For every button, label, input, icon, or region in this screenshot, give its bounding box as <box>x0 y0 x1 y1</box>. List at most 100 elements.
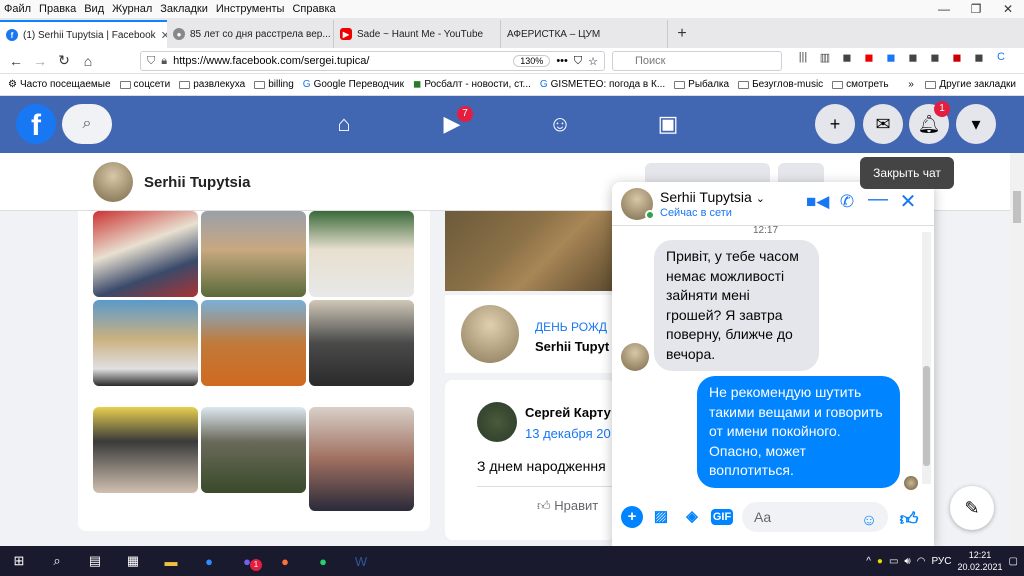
like-button[interactable]: 👍︎ Нравит <box>537 498 598 514</box>
search-input[interactable]: Поиск <box>612 51 782 71</box>
task-view-icon[interactable]: ▤ <box>76 546 114 576</box>
bookmark-folder[interactable]: Рыбалка <box>674 79 729 90</box>
messenger-icon[interactable]: ✉ <box>863 104 903 144</box>
extension-icon[interactable]: ◼ <box>971 51 987 69</box>
tab-tsum[interactable]: АФЕРИСТКА – ЦУМ <box>501 20 668 48</box>
thumbs-up-send-icon[interactable]: 👍︎ <box>898 508 920 530</box>
bookmark-folder[interactable]: развлекуха <box>179 79 245 90</box>
menu-history[interactable]: Журнал <box>108 3 156 15</box>
extension-icon[interactable]: ◼ <box>883 51 899 69</box>
scrollbar-thumb[interactable] <box>1013 191 1021 223</box>
windows-start-icon[interactable]: ⊞ <box>0 546 38 576</box>
page-scrollbar[interactable] <box>1010 153 1024 546</box>
extension-icon[interactable]: ◼ <box>905 51 921 69</box>
bookmark-folder[interactable]: соцсети <box>119 79 170 90</box>
shield-icon[interactable]: ⛉ <box>147 55 155 68</box>
facebook-search-icon[interactable]: ⌕ <box>62 104 112 144</box>
language-indicator[interactable]: РУС <box>931 556 951 567</box>
photo-attach-icon[interactable]: ▨ <box>650 506 672 528</box>
bookmark-folder[interactable]: смотреть <box>832 79 889 90</box>
firefox-icon[interactable]: ● <box>266 546 304 576</box>
menu-edit[interactable]: Правка <box>35 3 80 15</box>
post-image[interactable] <box>445 211 615 291</box>
file-explorer-icon[interactable]: ▬ <box>152 546 190 576</box>
menu-tools[interactable]: Инструменты <box>212 3 289 15</box>
back-icon[interactable]: ← <box>4 53 28 69</box>
menu-bookmarks[interactable]: Закладки <box>156 3 212 15</box>
gif-button[interactable]: GIF <box>711 509 733 525</box>
account-menu-chevron-icon[interactable]: ▾ <box>956 104 996 144</box>
photo-thumbnail[interactable] <box>309 407 414 511</box>
photo-thumbnail[interactable] <box>201 211 306 297</box>
extension-icon[interactable]: ◼ <box>949 51 965 69</box>
home-nav-icon[interactable]: ⌂ <box>328 108 360 140</box>
wifi-icon[interactable]: ◠ <box>917 556 926 567</box>
zoom-level[interactable]: 130% <box>513 55 551 67</box>
bookmark-folder[interactable]: billing <box>254 79 294 90</box>
lock-icon[interactable]: 🔒︎ <box>161 55 167 68</box>
bookmark-rosbalt[interactable]: ◼ Росбалт - новости, ст... <box>413 79 531 90</box>
forward-icon[interactable]: → <box>28 53 52 69</box>
bookmark-star-icon[interactable]: ☆ <box>588 55 604 68</box>
minimize-icon[interactable]: — <box>928 0 960 18</box>
whatsapp-icon[interactable]: ● <box>304 546 342 576</box>
emoji-icon[interactable]: ☺ <box>858 510 880 532</box>
bookmark-frequent[interactable]: ⚙ Часто посещаемые <box>8 79 111 90</box>
close-icon[interactable]: ✕ <box>992 0 1024 18</box>
gaming-nav-icon[interactable]: ▣ <box>652 108 684 140</box>
chat-contact-name[interactable]: Serhii Tupytsia ⌄ <box>660 189 765 205</box>
volume-icon[interactable]: 🔊︎ <box>904 556 910 567</box>
clock[interactable]: 12:21 20.02.2021 <box>958 549 1003 573</box>
viber-icon[interactable]: ● 1 <box>228 546 266 576</box>
minimize-chat-icon[interactable]: — <box>867 188 889 211</box>
pocket-icon[interactable]: ⛉ <box>574 55 582 68</box>
extension-icon[interactable]: ◼ <box>861 51 877 69</box>
groups-nav-icon[interactable]: ☺ <box>544 108 576 140</box>
profile-avatar[interactable] <box>93 162 133 202</box>
tab-youtube[interactable]: ▶ Sade ~ Haunt Me - YouTube <box>334 20 501 48</box>
notifications-icon[interactable]: ▢ <box>1009 556 1018 567</box>
extension-icon[interactable]: ◼ <box>927 51 943 69</box>
new-message-icon[interactable]: ✎ <box>950 486 994 530</box>
restore-icon[interactable]: ❐ <box>960 0 992 18</box>
post-author[interactable]: Сергей Карту <box>525 405 611 420</box>
chat-scrollbar[interactable] <box>922 232 931 484</box>
photo-thumbnail[interactable] <box>93 300 198 386</box>
add-plus-icon[interactable]: + <box>621 506 643 528</box>
extension-icon[interactable]: ◼ <box>839 51 855 69</box>
post-author-avatar[interactable] <box>477 402 517 442</box>
tab-article[interactable]: ● 85 лет со дня расстрела вер... <box>167 20 334 48</box>
photo-thumbnail[interactable] <box>201 407 306 493</box>
facebook-logo-icon[interactable]: f <box>16 104 56 144</box>
sticker-icon[interactable]: ◈ <box>681 506 703 528</box>
search-icon[interactable]: ⌕ <box>38 546 76 576</box>
tray-app-icon[interactable]: ● <box>877 556 883 567</box>
close-chat-icon[interactable]: ✕ <box>897 189 919 214</box>
bookmark-folder[interactable]: Безуглов-music <box>738 79 823 90</box>
photo-thumbnail[interactable] <box>93 407 198 493</box>
create-plus-icon[interactable]: + <box>815 104 855 144</box>
url-bar[interactable]: ⛉ 🔒︎ https://www.facebook.com/sergei.tup… <box>140 51 605 71</box>
library-icon[interactable]: ||| <box>795 51 811 69</box>
bookmark-gismeteo[interactable]: G GISMETEO: погода в К... <box>540 79 665 90</box>
scrollbar-thumb[interactable] <box>923 366 930 466</box>
bookmark-google-translate[interactable]: G Google Переводчик <box>303 79 404 90</box>
menu-file[interactable]: Файл <box>0 3 35 15</box>
video-call-icon[interactable]: ■◀ <box>806 192 829 212</box>
phone-icon[interactable]: ✆ <box>836 192 858 212</box>
new-tab-button[interactable]: + <box>668 20 696 48</box>
zoom-app-icon[interactable]: ● <box>190 546 228 576</box>
photo-thumbnail[interactable] <box>309 211 414 297</box>
bookmark-other[interactable]: » Другие закладки <box>908 79 1024 90</box>
photo-thumbnail[interactable] <box>201 300 306 386</box>
more-icon[interactable]: ••• <box>556 55 568 67</box>
sidebar-icon[interactable]: ▥ <box>817 51 833 69</box>
extension-icon[interactable]: C <box>993 51 1009 69</box>
word-icon[interactable]: W <box>342 546 380 576</box>
reload-icon[interactable]: ↻ <box>52 52 76 69</box>
birthday-name[interactable]: Serhii Tupyt <box>535 339 609 354</box>
birthday-avatar[interactable] <box>461 305 519 363</box>
calculator-icon[interactable]: ▦ <box>114 546 152 576</box>
chevron-up-icon[interactable]: ^ <box>866 556 871 567</box>
network-icon[interactable]: ▭ <box>889 556 898 567</box>
